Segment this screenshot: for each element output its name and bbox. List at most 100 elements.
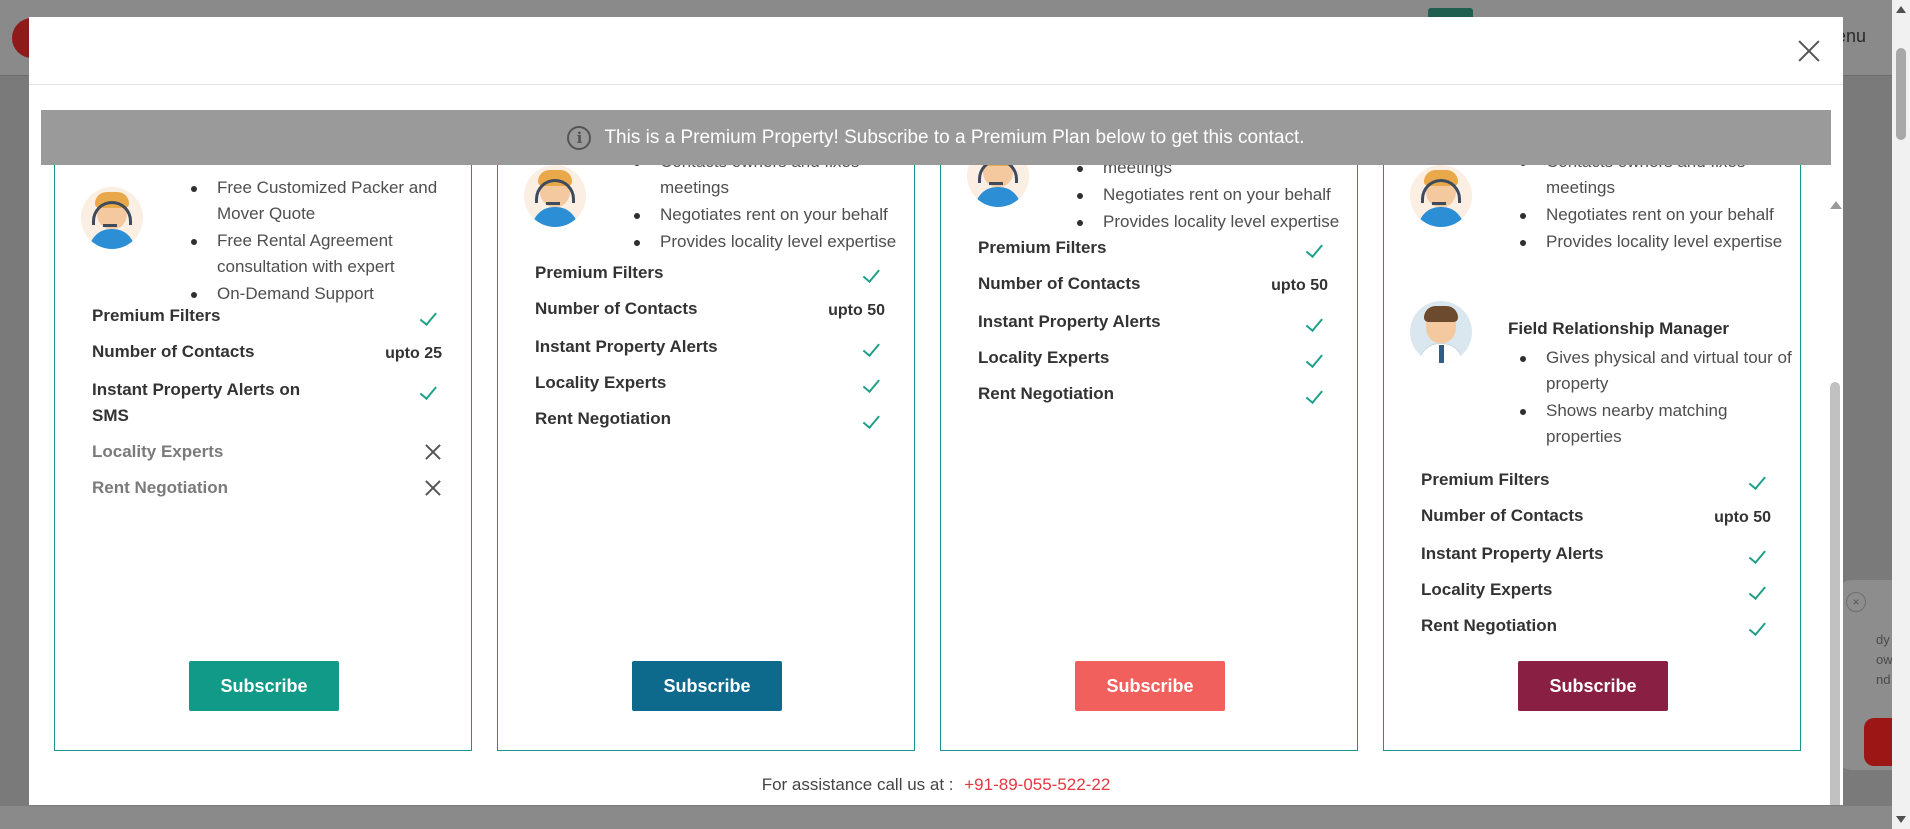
plan-card-2: Contacts owners and fixes meetings Negot… <box>497 165 915 751</box>
benefit-row: Premium Filters <box>92 303 442 329</box>
feature-item: Provides locality level expertise <box>1071 209 1351 235</box>
benefit-label: Locality Experts <box>535 373 667 392</box>
benefit-label: Number of Contacts <box>92 342 255 361</box>
frm-features: Gives physical and virtual tour of prope… <box>1514 345 1794 451</box>
subscribe-button[interactable]: Subscribe <box>1075 661 1225 711</box>
field-manager-avatar <box>1410 301 1472 363</box>
check-icon <box>421 309 441 323</box>
benefit-label: Instant Property Alerts <box>535 337 718 356</box>
benefit-label: Locality Experts <box>92 442 224 461</box>
benefit-row: Premium Filters <box>978 235 1328 261</box>
check-icon <box>1750 619 1770 633</box>
benefit-label: Locality Experts <box>1421 580 1553 599</box>
plan-4-features: Contacts owners and fixes meetings Negot… <box>1514 165 1794 256</box>
benefit-label: Locality Experts <box>978 348 1110 367</box>
plan-1-benefits: Premium Filters Number of Contacts upto … <box>92 303 442 511</box>
benefit-row: Number of Contacts upto 25 <box>92 339 442 367</box>
check-icon <box>864 376 884 390</box>
scroll-down-icon[interactable] <box>1896 816 1906 823</box>
assistance-label: For assistance call us at : <box>761 775 954 794</box>
benefit-label: Number of Contacts <box>978 274 1141 293</box>
benefit-row: Rent Negotiation <box>535 406 885 432</box>
benefit-label: Premium Filters <box>1421 470 1550 489</box>
plan-card-1: Free Customized Packer and Mover Quote F… <box>54 165 472 751</box>
benefit-label: Instant Property Alerts on SMS <box>92 380 301 425</box>
plan-2-benefits: Premium Filters Number of Contacts upto … <box>535 260 885 442</box>
subscribe-button[interactable]: Subscribe <box>632 661 782 711</box>
check-icon <box>864 266 884 280</box>
cross-icon <box>424 479 442 497</box>
benefit-row: Rent Negotiation <box>978 381 1328 407</box>
plans-container: Free Customized Packer and Mover Quote F… <box>29 165 1829 755</box>
benefit-row: Locality Experts <box>92 439 442 465</box>
benefit-row: Instant Property Alerts <box>1421 541 1771 567</box>
scroll-up-icon[interactable] <box>1830 201 1842 209</box>
relationship-manager-avatar <box>1410 165 1472 227</box>
benefit-label: Premium Filters <box>978 238 1107 257</box>
plan-1-features: Free Customized Packer and Mover Quote F… <box>185 175 455 308</box>
check-icon <box>1307 241 1327 255</box>
check-icon <box>421 383 441 397</box>
benefit-label: Rent Negotiation <box>1421 616 1557 635</box>
feature-item: Free Rental Agreement consultation with … <box>185 228 455 280</box>
benefit-label: Number of Contacts <box>535 299 698 318</box>
frm-title: Field Relationship Manager <box>1508 319 1730 338</box>
benefit-row: Instant Property Alerts on SMS <box>92 377 442 429</box>
plan-4-benefits: Premium Filters Number of Contacts upto … <box>1421 467 1771 649</box>
premium-banner: i This is a Premium Property! Subscribe … <box>41 110 1831 165</box>
check-icon <box>1307 351 1327 365</box>
benefit-value: upto 25 <box>385 345 442 362</box>
benefit-value: upto 50 <box>828 302 885 319</box>
scroll-up-icon[interactable] <box>1896 6 1906 13</box>
benefit-row: Locality Experts <box>535 370 885 396</box>
feature-item: Gives physical and virtual tour of prope… <box>1514 345 1794 397</box>
benefit-label: Premium Filters <box>535 263 664 282</box>
feature-item: meetings <box>1071 165 1351 181</box>
check-icon <box>1307 387 1327 401</box>
check-icon <box>1750 583 1770 597</box>
feature-item: Contacts owners and fixes meetings <box>1514 165 1794 201</box>
benefit-label: Rent Negotiation <box>92 478 228 497</box>
benefit-label: Premium Filters <box>92 306 221 325</box>
plan-card-3: meetings Negotiates rent on your behalf … <box>940 165 1358 751</box>
close-icon[interactable] <box>1795 37 1823 65</box>
premium-plan-modal: i This is a Premium Property! Subscribe … <box>29 17 1843 805</box>
plan-card-4: Contacts owners and fixes meetings Negot… <box>1383 165 1801 751</box>
subscribe-button[interactable]: Subscribe <box>1518 661 1668 711</box>
benefit-value: upto 50 <box>1714 509 1771 526</box>
chat-close-icon: × <box>1846 592 1866 612</box>
subscribe-button[interactable]: Subscribe <box>189 661 339 711</box>
benefit-row: Number of Contacts upto 50 <box>1421 503 1771 531</box>
benefit-label: Rent Negotiation <box>535 409 671 428</box>
check-icon <box>1750 547 1770 561</box>
plan-3-features: meetings Negotiates rent on your behalf … <box>1071 165 1351 236</box>
chat-text: dy ow nd <box>1876 632 1893 687</box>
background-footer <box>0 806 1910 829</box>
feature-item: Negotiates rent on your behalf <box>1071 182 1351 208</box>
feature-item: Shows nearby matching properties <box>1514 398 1794 450</box>
feature-item: Negotiates rent on your behalf <box>628 202 908 228</box>
benefit-row: Premium Filters <box>535 260 885 286</box>
relationship-manager-avatar <box>81 187 143 249</box>
relationship-manager-avatar <box>967 165 1029 207</box>
assistance-phone-link[interactable]: +91-89-055-522-22 <box>964 775 1110 794</box>
scroll-thumb[interactable] <box>1896 48 1906 140</box>
feature-item: Provides locality level expertise <box>1514 229 1794 255</box>
plan-3-benefits: Premium Filters Number of Contacts upto … <box>978 235 1328 417</box>
benefit-row: Locality Experts <box>978 345 1328 371</box>
modal-scrollbar[interactable] <box>1829 197 1842 805</box>
feature-item-text: meetings <box>1103 165 1172 177</box>
feature-item: Free Customized Packer and Mover Quote <box>185 175 455 227</box>
scroll-thumb[interactable] <box>1830 382 1840 805</box>
check-icon <box>1307 315 1327 329</box>
banner-text: This is a Premium Property! Subscribe to… <box>604 126 1305 148</box>
feature-item: Contacts owners and fixes meetings <box>628 165 908 201</box>
cross-icon <box>424 443 442 461</box>
check-icon <box>864 340 884 354</box>
page-scrollbar[interactable] <box>1892 0 1910 829</box>
benefit-row: Locality Experts <box>1421 577 1771 603</box>
plan-2-features: Contacts owners and fixes meetings Negot… <box>628 165 908 256</box>
assistance-line: For assistance call us at : +91-89-055-5… <box>29 775 1843 795</box>
benefit-label: Rent Negotiation <box>978 384 1114 403</box>
benefit-label: Instant Property Alerts <box>978 312 1161 331</box>
